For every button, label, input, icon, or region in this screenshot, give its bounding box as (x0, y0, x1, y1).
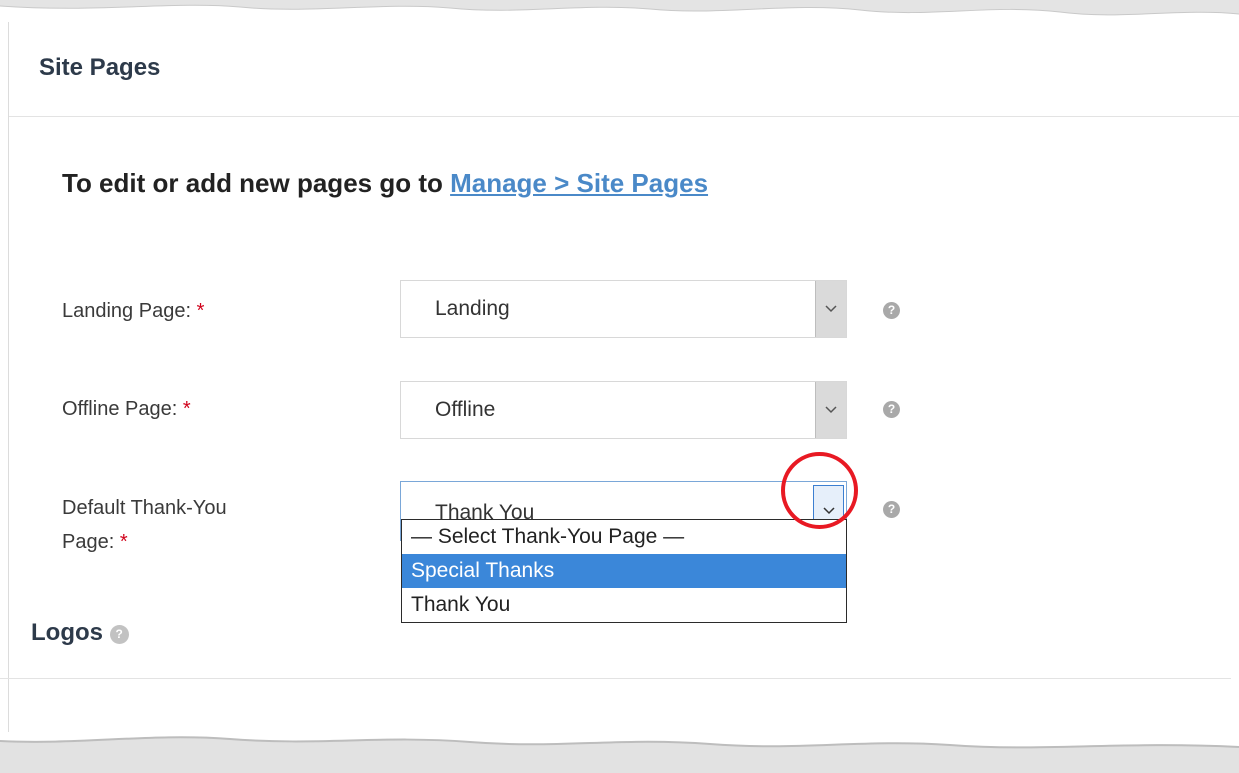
info-text: To edit or add new pages go to Manage > … (62, 168, 708, 199)
thankyou-label-line1: Default Thank-You (62, 497, 227, 519)
thankyou-label-line2: Page: (62, 531, 115, 553)
landing-page-select[interactable]: Landing (400, 280, 847, 338)
offline-page-label: Offline Page: * (62, 392, 191, 426)
section-title: Site Pages (39, 54, 161, 81)
logos-divider (0, 678, 1231, 679)
logos-title: Logos ? (31, 619, 129, 647)
manage-site-pages-link[interactable]: Manage > Site Pages (450, 168, 708, 198)
offline-page-select[interactable]: Offline (400, 381, 847, 439)
landing-help-icon[interactable]: ? (883, 302, 900, 319)
required-mark: * (119, 531, 128, 553)
option-special-thanks[interactable]: Special Thanks (402, 554, 846, 588)
torn-paper-bottom-edge (0, 736, 1239, 773)
required-mark: * (182, 398, 191, 420)
thankyou-page-label: Default Thank-You Page: * (62, 491, 227, 559)
option-select-placeholder[interactable]: — Select Thank-You Page — (402, 520, 846, 554)
option-thank-you[interactable]: Thank You (402, 588, 846, 622)
thankyou-help-icon[interactable]: ? (883, 501, 900, 518)
landing-page-value: Landing (435, 297, 510, 320)
chevron-down-icon[interactable] (815, 281, 846, 337)
thankyou-options-list[interactable]: — Select Thank-You Page — Special Thanks… (401, 519, 847, 623)
site-pages-panel: Site Pages (8, 22, 1239, 732)
landing-page-label: Landing Page: * (62, 294, 204, 328)
logos-help-icon[interactable]: ? (109, 625, 129, 644)
required-mark: * (196, 300, 205, 322)
landing-page-label-text: Landing Page: (62, 300, 192, 322)
offline-page-value: Offline (435, 398, 496, 421)
offline-page-label-text: Offline Page: (62, 398, 178, 420)
info-prefix: To edit or add new pages go to (62, 168, 451, 198)
section-header: Site Pages (9, 22, 1239, 117)
logos-title-text: Logos (31, 619, 103, 646)
offline-help-icon[interactable]: ? (883, 401, 900, 418)
chevron-down-icon[interactable] (815, 382, 846, 438)
